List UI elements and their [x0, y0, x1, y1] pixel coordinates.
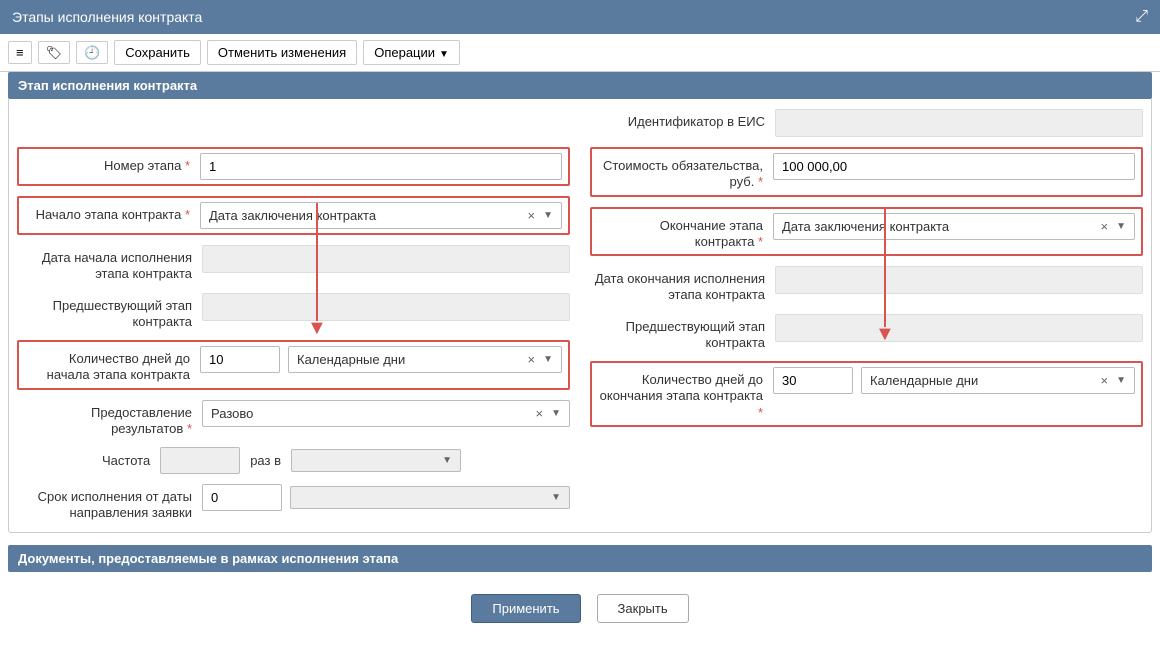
days-start-group: Количество дней до начала этапа контракт… — [17, 340, 570, 390]
eis-id-label: Идентификатор в ЕИС — [590, 109, 765, 130]
chevron-down-icon: ▼ — [543, 210, 553, 221]
clear-icon[interactable]: × — [536, 406, 544, 421]
results-select[interactable]: Разово × ▼ — [202, 400, 570, 427]
right-column: Идентификатор в ЕИС Стоимость обязательс… — [590, 109, 1143, 522]
exec-end-label: Дата окончания исполнения этапа контракт… — [590, 266, 765, 304]
chevron-down-icon: ▼ — [543, 354, 553, 365]
start-select[interactable]: Дата заключения контракта × ▼ — [200, 202, 562, 229]
stage-no-group: Номер этапа * — [17, 147, 570, 186]
section-header-docs: Документы, предоставляемые в рамках испо… — [8, 545, 1152, 572]
cancel-changes-button[interactable]: Отменить изменения — [207, 40, 357, 65]
end-label: Окончание этапа контракта * — [598, 213, 763, 251]
stage-no-input[interactable] — [200, 153, 562, 180]
chevron-down-icon: ▼ — [551, 408, 561, 419]
prev-stage-field-right — [775, 314, 1143, 342]
freq-input[interactable] — [160, 447, 240, 474]
prev-stage-label-right: Предшествующий этап контракта — [590, 314, 765, 352]
exec-from-req-unit-select[interactable]: ▼ — [290, 486, 570, 509]
tag-icon[interactable]: 🏷 — [38, 41, 71, 64]
clear-icon[interactable]: × — [1101, 219, 1109, 234]
days-end-input[interactable] — [773, 367, 853, 394]
close-button[interactable]: Закрыть — [597, 594, 689, 623]
window-title: Этапы исполнения контракта — [12, 9, 202, 25]
cost-group: Стоимость обязательства, руб. * — [590, 147, 1143, 197]
chevron-down-icon: ▼ — [439, 49, 449, 60]
chevron-down-icon: ▼ — [442, 455, 452, 466]
days-start-type-select[interactable]: Календарные дни × ▼ — [288, 346, 562, 373]
end-group: Окончание этапа контракта * Дата заключе… — [590, 207, 1143, 257]
chevron-down-icon: ▼ — [1116, 221, 1126, 232]
end-select-value: Дата заключения контракта — [782, 219, 949, 234]
times-in-label: раз в — [250, 453, 281, 468]
toolbar: ≡ 🏷 🕘 Сохранить Отменить изменения Опера… — [0, 34, 1160, 72]
exec-from-req-input[interactable] — [202, 484, 282, 511]
clear-icon[interactable]: × — [528, 352, 536, 367]
start-group: Начало этапа контракта * Дата заключения… — [17, 196, 570, 235]
results-select-value: Разово — [211, 406, 253, 421]
days-start-input[interactable] — [200, 346, 280, 373]
clear-icon[interactable]: × — [1101, 373, 1109, 388]
menu-icon[interactable]: ≡ — [8, 41, 32, 64]
section-header-stage: Этап исполнения контракта — [8, 72, 1152, 99]
stage-no-label: Номер этапа * — [25, 153, 190, 174]
cost-input[interactable] — [773, 153, 1135, 180]
freq-unit-select[interactable]: ▼ — [291, 449, 461, 472]
days-end-type-select[interactable]: Календарные дни × ▼ — [861, 367, 1135, 394]
left-column: Номер этапа * Начало этапа контракта * Д… — [17, 109, 570, 522]
expand-icon[interactable]: ⤢ — [1135, 8, 1148, 26]
operations-dropdown[interactable]: Операции▼ — [363, 40, 460, 65]
prev-stage-field-left — [202, 293, 570, 321]
end-select[interactable]: Дата заключения контракта × ▼ — [773, 213, 1135, 240]
results-label: Предоставление результатов * — [17, 400, 192, 438]
exec-end-field — [775, 266, 1143, 294]
days-start-type-value: Календарные дни — [297, 352, 405, 367]
chevron-down-icon: ▼ — [551, 492, 561, 503]
days-start-label: Количество дней до начала этапа контракт… — [25, 346, 190, 384]
exec-start-field — [202, 245, 570, 273]
start-label: Начало этапа контракта * — [25, 202, 190, 223]
eis-id-field — [775, 109, 1143, 137]
footer-buttons: Применить Закрыть — [0, 584, 1160, 631]
freq-label: Частота — [102, 453, 150, 468]
clear-icon[interactable]: × — [528, 208, 536, 223]
days-end-type-value: Календарные дни — [870, 373, 978, 388]
days-end-label: Количество дней до окончания этапа контр… — [598, 367, 763, 421]
stage-form: Номер этапа * Начало этапа контракта * Д… — [8, 99, 1152, 533]
start-select-value: Дата заключения контракта — [209, 208, 376, 223]
clock-icon[interactable]: 🕘 — [76, 41, 108, 64]
prev-stage-label-left: Предшествующий этап контракта — [17, 293, 192, 331]
days-end-group: Количество дней до окончания этапа контр… — [590, 361, 1143, 427]
chevron-down-icon: ▼ — [1116, 375, 1126, 386]
cost-label: Стоимость обязательства, руб. * — [598, 153, 763, 191]
exec-from-req-label: Срок исполнения от даты направления заяв… — [17, 484, 192, 522]
save-button[interactable]: Сохранить — [114, 40, 201, 65]
apply-button[interactable]: Применить — [471, 594, 580, 623]
window-titlebar: Этапы исполнения контракта ⤢ — [0, 0, 1160, 34]
exec-start-label: Дата начала исполнения этапа контракта — [17, 245, 192, 283]
